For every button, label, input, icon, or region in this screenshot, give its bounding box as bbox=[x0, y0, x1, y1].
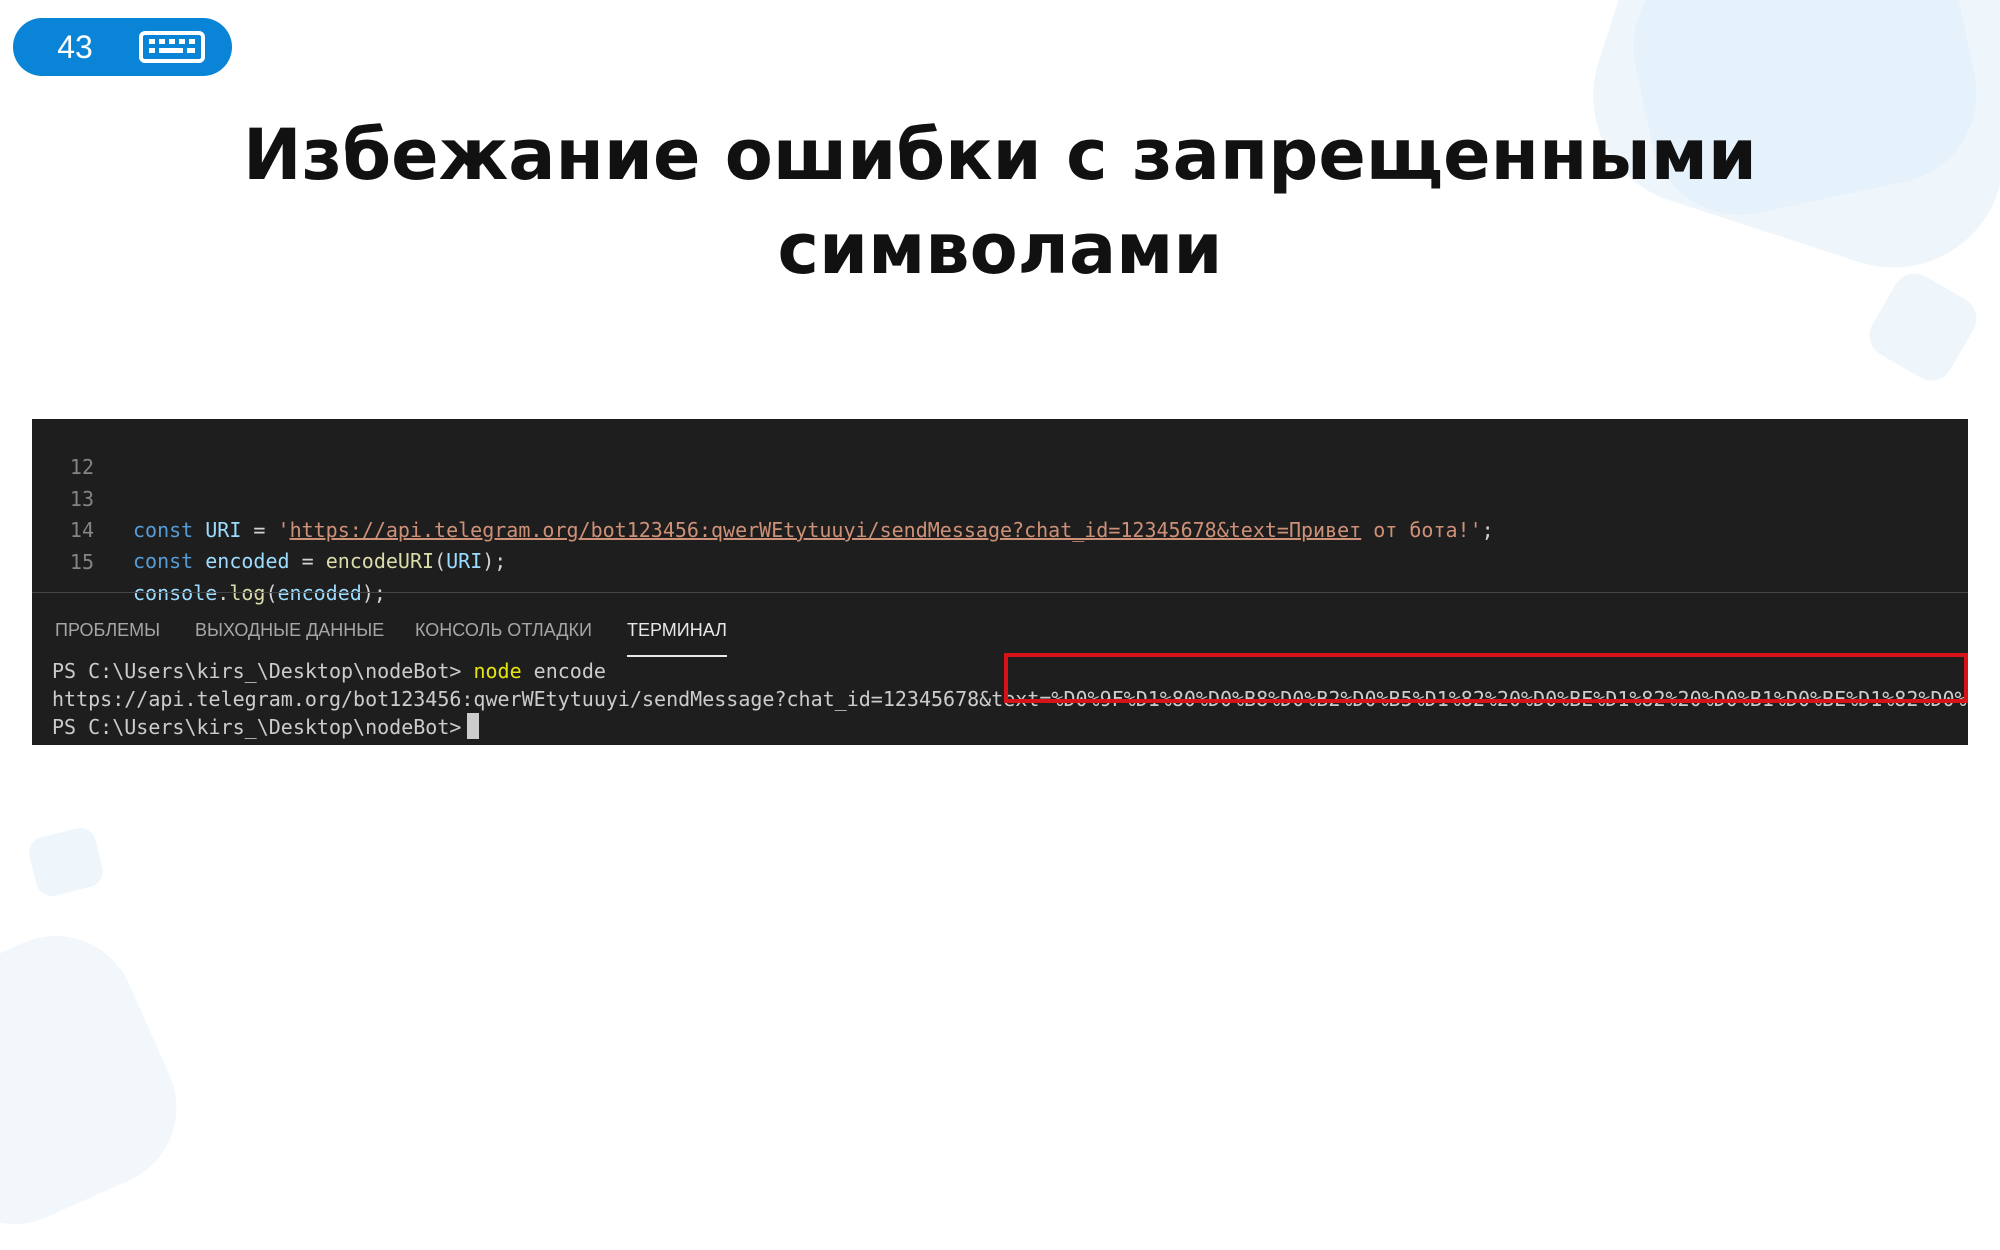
background-shape bbox=[25, 824, 107, 900]
tab-terminal[interactable]: ТЕРМИНАЛ bbox=[627, 607, 727, 657]
tab-output[interactable]: ВЫХОДНЫЕ ДАННЫЕ bbox=[195, 607, 384, 655]
code-keyword: const bbox=[133, 549, 194, 573]
tab-problems[interactable]: ПРОБЛЕМЫ bbox=[55, 607, 160, 655]
terminal-cursor bbox=[467, 713, 480, 739]
highlight-box bbox=[1004, 653, 1968, 703]
page-badge: 43 bbox=[13, 18, 232, 76]
page-title: Избежание ошибки с запрещенными символам… bbox=[0, 108, 2000, 296]
page-number: 43 bbox=[57, 29, 93, 65]
terminal-prompt: PS C:\Users\kirs_\Desktop\nodeBot> bbox=[52, 715, 462, 739]
code-punctuation: . bbox=[217, 581, 230, 605]
title-line: Избежание ошибки с запрещенными bbox=[243, 114, 1757, 196]
code-text: console.log(encoded); bbox=[133, 578, 386, 609]
code-punctuation: ); bbox=[482, 549, 507, 573]
code-line: 15 console.log(encoded); bbox=[32, 516, 1968, 605]
code-object: console bbox=[133, 581, 218, 605]
code-text: const encoded = encodeURI(URI); bbox=[133, 546, 506, 577]
code-argument: URI bbox=[446, 549, 483, 573]
code-operator: = bbox=[289, 549, 326, 573]
code-line: 13 const URI = 'https://api.telegram.org… bbox=[32, 453, 1968, 542]
code-function: log bbox=[229, 581, 266, 605]
title-line: символами bbox=[777, 208, 1223, 290]
vscode-screenshot: 12 13 const URI = 'https://api.telegram.… bbox=[32, 419, 1968, 745]
terminal-prompt: PS C:\Users\kirs_\Desktop\nodeBot> bbox=[52, 659, 462, 683]
background-shape bbox=[0, 910, 203, 1250]
terminal-command: node bbox=[473, 659, 522, 683]
tab-debug-console[interactable]: КОНСОЛЬ ОТЛАДКИ bbox=[415, 607, 592, 655]
keyboard-icon bbox=[139, 31, 205, 63]
panel-divider bbox=[32, 592, 1968, 593]
code-editor: 12 13 const URI = 'https://api.telegram.… bbox=[32, 419, 1968, 605]
code-line: 14 const encoded = encodeURI(URI); bbox=[32, 484, 1968, 573]
code-variable: encoded bbox=[205, 549, 290, 573]
code-argument: encoded bbox=[277, 581, 362, 605]
code-punctuation: ( bbox=[265, 581, 278, 605]
line-number: 15 bbox=[69, 550, 94, 574]
terminal-line: PS C:\Users\kirs_\Desktop\nodeBot> node … bbox=[52, 657, 606, 685]
code-punctuation: ); bbox=[361, 581, 386, 605]
code-punctuation: ( bbox=[434, 549, 447, 573]
code-function: encodeURI bbox=[325, 549, 435, 573]
terminal-command-argument: encode bbox=[533, 659, 606, 683]
code-line: 12 bbox=[32, 421, 1968, 479]
terminal-line: PS C:\Users\kirs_\Desktop\nodeBot> bbox=[52, 713, 480, 741]
panel-tabs: ПРОБЛЕМЫ ВЫХОДНЫЕ ДАННЫЕ КОНСОЛЬ ОТЛАДКИ… bbox=[32, 607, 1968, 657]
